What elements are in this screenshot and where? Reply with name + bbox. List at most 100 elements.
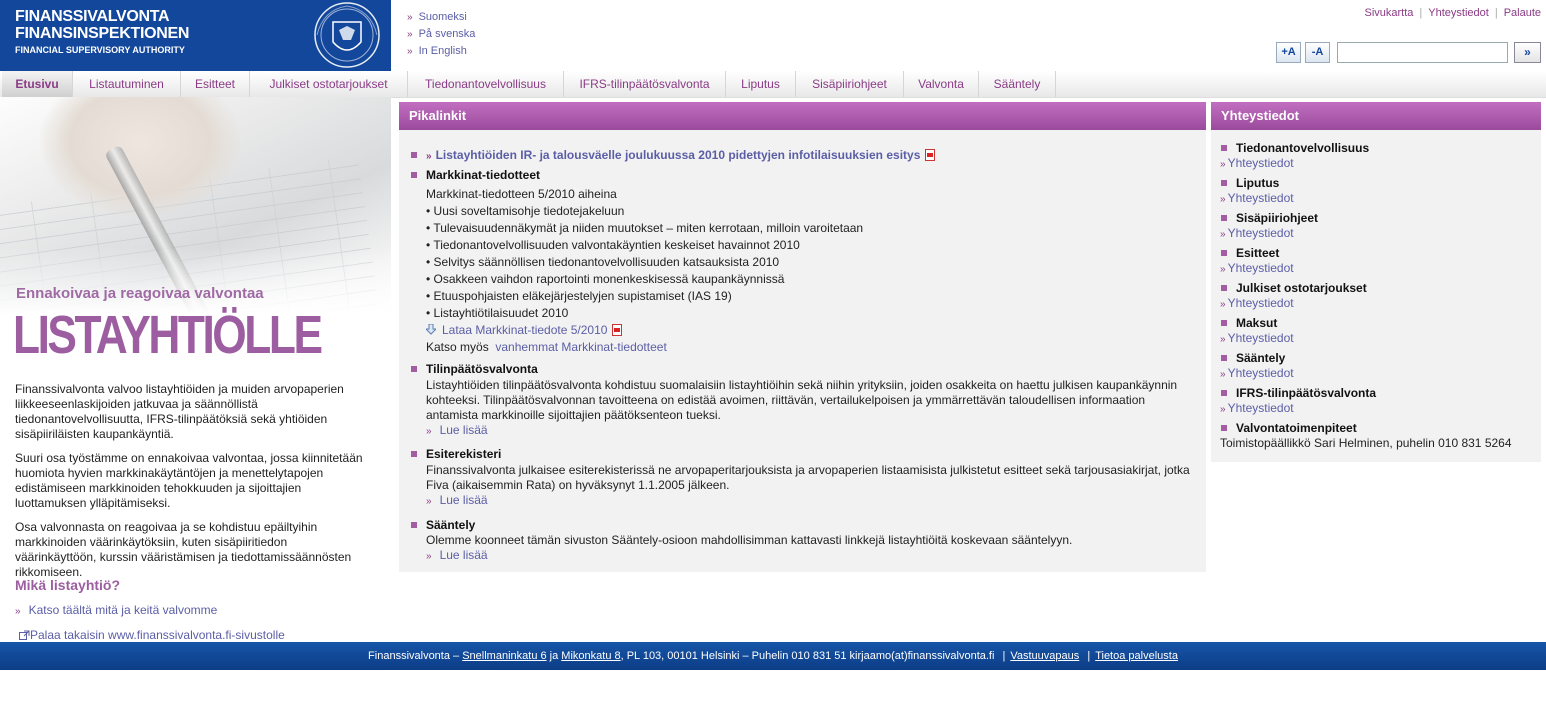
bullet-icon — [411, 366, 417, 372]
nav-etusivu[interactable]: Etusivu — [2, 71, 73, 97]
esiterekisteri-more-row[interactable]: » Lue lisää — [426, 493, 488, 507]
bullet-icon — [1221, 180, 1227, 186]
list-item: • Osakkeen vaihdon raportointi monenkesk… — [426, 272, 785, 286]
tilinpaatos-title: Tilinpäätösvalvonta — [426, 362, 538, 376]
contact-link-row[interactable]: » Yhteystiedot — [1220, 226, 1294, 240]
contact-link[interactable]: Yhteystiedot — [1228, 261, 1294, 275]
nav-listautuminen[interactable]: Listautuminen — [73, 71, 181, 97]
hero-banner: Ennakoivaa ja reagoivaa valvontaa LISTAY… — [0, 97, 391, 369]
logo-line2: FINANSINSPEKTIONEN — [15, 25, 190, 42]
list-item: • Selvitys säännöllisen tiedonantovelvol… — [426, 255, 780, 269]
contact-category: Esitteet — [1236, 246, 1280, 260]
contact-link-row[interactable]: » Yhteystiedot — [1220, 261, 1294, 275]
yhteystiedot-header: Yhteystiedot — [1211, 102, 1541, 130]
contact-link-row[interactable]: » Yhteystiedot — [1220, 191, 1294, 205]
katso-link[interactable]: Katso täältä mitä ja keitä valvomme — [29, 603, 218, 617]
contact-link-row[interactable]: » Yhteystiedot — [1220, 366, 1294, 380]
contact-link-row[interactable]: » Yhteystiedot — [1220, 331, 1294, 345]
palaa-link-row[interactable]: Palaa takaisin www.finanssivalvonta.fi-s… — [19, 628, 285, 642]
pikalinkit-header: Pikalinkit — [399, 102, 1206, 130]
top-links: Sivukartta | Yhteystiedot | Palaute — [1364, 7, 1542, 19]
bullet-icon — [1221, 145, 1227, 151]
tilinpaatos-more-link[interactable]: Lue lisää — [440, 423, 488, 437]
contact-category: Julkiset ostotarjoukset — [1236, 281, 1367, 295]
mika-listayhtio-heading: Mikä listayhtiö? — [15, 577, 121, 593]
palaa-link[interactable]: Palaa takaisin www.finanssivalvonta.fi-s… — [30, 628, 285, 642]
chevron-right-icon: » — [1220, 194, 1226, 205]
intro-paragraph: Osa valvonnasta on reagoivaa ja se kohdi… — [15, 520, 352, 579]
saantely-title: Sääntely — [426, 518, 476, 532]
font-increase-button[interactable]: +A — [1276, 42, 1301, 63]
lang-sv[interactable]: » På svenska — [407, 26, 475, 43]
nav-sisapiiriohjeet[interactable]: Sisäpiiriohjeet — [796, 71, 904, 97]
footer: Finanssivalvonta – Snellmaninkatu 6 ja M… — [0, 642, 1546, 670]
contact-category: Valvontatoimenpiteet — [1236, 421, 1357, 435]
download-row[interactable]: Lataa Markkinat-tiedote 5/2010 — [424, 323, 1196, 340]
markkinat-title: Markkinat-tiedotteet — [426, 168, 541, 182]
lang-fi[interactable]: » Suomeksi — [407, 9, 475, 26]
about-service-link[interactable]: Tietoa palvelusta — [1095, 650, 1178, 662]
contact-person: Toimistopäällikkö Sari Helminen, puhelin… — [1220, 436, 1512, 450]
nav-esitteet[interactable]: Esitteet — [181, 71, 250, 97]
sitemap-link[interactable]: Sivukartta — [1365, 7, 1414, 19]
contact-link-row[interactable]: » Yhteystiedot — [1220, 156, 1294, 170]
contact-link[interactable]: Yhteystiedot — [1228, 156, 1294, 170]
external-link-icon — [19, 630, 30, 640]
logo[interactable]: FINANSSIVALVONTA FINANSINSPEKTIONEN FINA… — [0, 0, 391, 71]
chevron-right-icon: » — [407, 46, 413, 57]
infotilaisuus-link[interactable]: Listayhtiöiden IR- ja talousväelle joulu… — [436, 148, 921, 162]
intro-text: Finanssivalvonta valvoo listayhtiöiden j… — [15, 382, 365, 589]
chevron-right-icon: » — [1220, 264, 1226, 275]
older-markkinat-link[interactable]: vanhemmat Markkinat-tiedotteet — [495, 340, 666, 354]
chevron-right-icon: » — [407, 12, 413, 23]
contact-link[interactable]: Yhteystiedot — [1228, 331, 1294, 345]
nav-ifrs[interactable]: IFRS-tilinpäätösvalvonta — [564, 71, 726, 97]
search-input[interactable] — [1337, 42, 1508, 63]
lang-en[interactable]: » In English — [407, 43, 475, 60]
pdf-icon — [612, 324, 623, 336]
intro-paragraph: Finanssivalvonta valvoo listayhtiöiden j… — [15, 382, 344, 441]
chevron-right-icon: » — [1220, 299, 1226, 310]
nav-liputus[interactable]: Liputus — [726, 71, 796, 97]
search-go-button[interactable]: » — [1514, 42, 1541, 63]
address-link-1[interactable]: Snellmaninkatu 6 — [462, 650, 546, 662]
contact-link[interactable]: Yhteystiedot — [1228, 226, 1294, 240]
esiterekisteri-text: Finanssivalvonta julkaisee esiterekister… — [426, 463, 1190, 492]
contact-link[interactable]: Yhteystiedot — [1228, 191, 1294, 205]
pikalinkit-panel: Pikalinkit » Listayhtiöiden IR- ja talous… — [399, 102, 1206, 572]
nav-saantely[interactable]: Sääntely — [979, 71, 1056, 97]
list-item: • Tulevaisuudennäkymät ja niiden muutoks… — [426, 221, 864, 235]
esiterekisteri-more-link[interactable]: Lue lisää — [440, 493, 488, 507]
bullet-icon — [1221, 250, 1227, 256]
bullet-icon — [411, 152, 417, 158]
list-item: • Tiedonantovelvollisuuden valvontakäynt… — [426, 238, 800, 252]
download-markkinat-link[interactable]: Lataa Markkinat-tiedote 5/2010 — [442, 323, 607, 337]
feedback-link[interactable]: Palaute — [1504, 7, 1541, 19]
chevron-right-icon: » — [1220, 229, 1226, 240]
chevron-right-icon: » — [15, 606, 21, 617]
chevron-right-icon: » — [426, 426, 432, 437]
hero-subtitle: Ennakoivaa ja reagoivaa valvontaa — [16, 285, 264, 302]
contact-link-row[interactable]: » Yhteystiedot — [1220, 296, 1294, 310]
logo-line1: FINANSSIVALVONTA — [15, 8, 170, 25]
nav-julkiset-ostotarjoukset[interactable]: Julkiset ostotarjoukset — [250, 71, 408, 97]
chevron-right-icon: » — [426, 551, 432, 562]
contact-category: IFRS-tilinpäätösvalvonta — [1236, 386, 1377, 400]
font-decrease-button[interactable]: -A — [1305, 42, 1330, 63]
disclaimer-link[interactable]: Vastuuvapaus — [1010, 650, 1079, 662]
nav-tiedonantovelvollisuus[interactable]: Tiedonantovelvollisuus — [408, 71, 564, 97]
contact-link[interactable]: Yhteystiedot — [1428, 7, 1489, 19]
intro-paragraph: Suuri osa työstämme on ennakoivaa valvon… — [15, 451, 363, 510]
nav-valvonta[interactable]: Valvonta — [904, 71, 979, 97]
infotilaisuus-link-row[interactable]: » Listayhtiöiden IR- ja talousväelle joul… — [426, 148, 936, 162]
katso-link-row[interactable]: » Katso täältä mitä ja keitä valvomme — [15, 603, 217, 617]
contact-link[interactable]: Yhteystiedot — [1228, 296, 1294, 310]
contact-link-row[interactable]: » Yhteystiedot — [1220, 401, 1294, 415]
saantely-more-link[interactable]: Lue lisää — [440, 548, 488, 562]
address-link-2[interactable]: Mikonkatu 8 — [561, 650, 620, 662]
tilinpaatos-more-row[interactable]: » Lue lisää — [426, 423, 488, 437]
contact-link[interactable]: Yhteystiedot — [1228, 366, 1294, 380]
contact-link[interactable]: Yhteystiedot — [1228, 401, 1294, 415]
saantely-more-row[interactable]: » Lue lisää — [426, 548, 488, 562]
bullet-icon — [1221, 425, 1227, 431]
